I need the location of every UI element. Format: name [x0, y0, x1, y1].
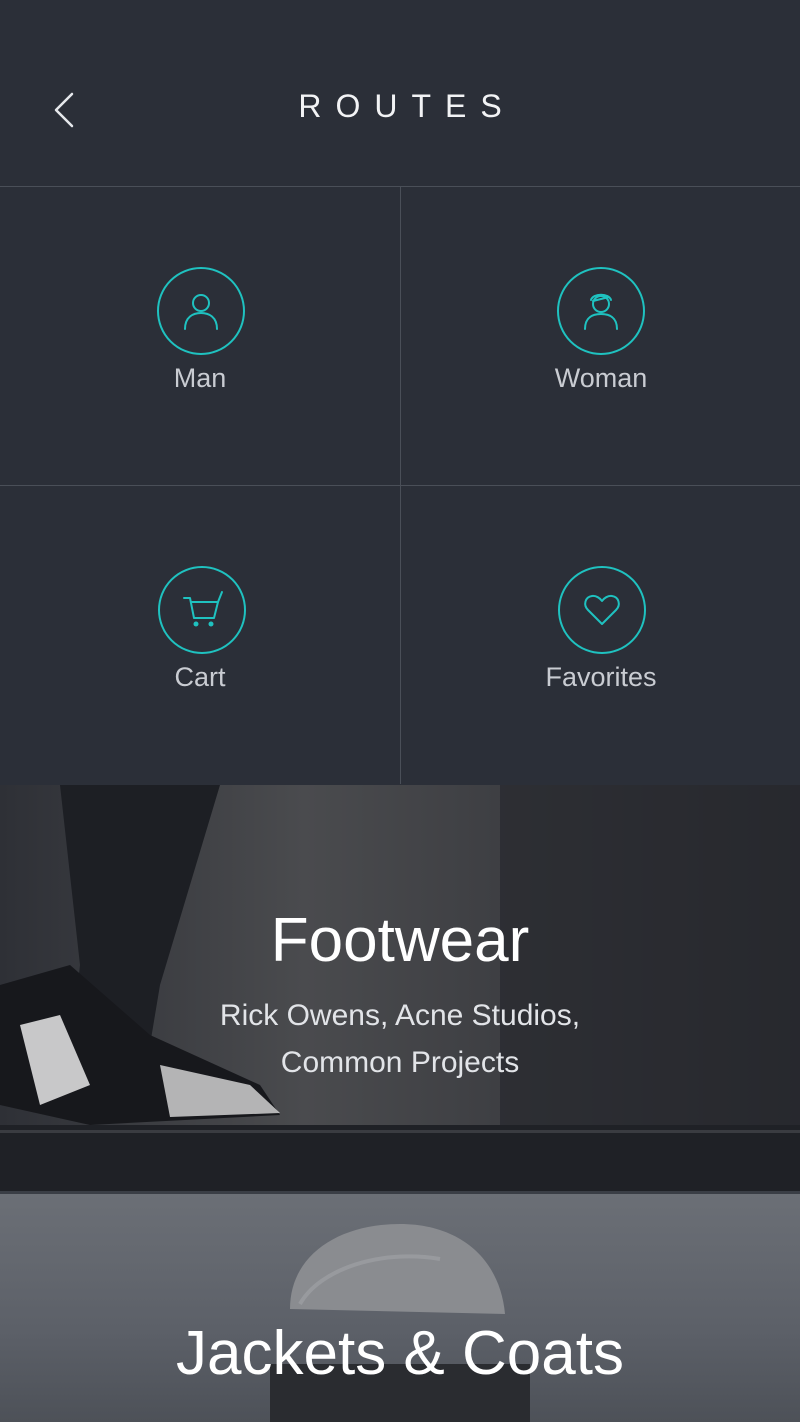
category-label: Cart [174, 662, 226, 692]
grid-divider-horizontal [0, 485, 800, 486]
banner-jackets-coats[interactable]: Jackets & Coats [0, 1194, 800, 1422]
category-cart[interactable]: Cart [0, 486, 400, 784]
category-grid: Man Woman Cart Favorites [0, 187, 800, 784]
cart-icon [183, 591, 223, 627]
banner-title: Jackets & Coats [176, 1319, 624, 1388]
man-icon-circle [157, 267, 245, 355]
category-label: Man [173, 363, 227, 393]
page-title: ROUTES [298, 88, 516, 124]
category-label: Favorites [545, 662, 657, 692]
banner-subtitle-line1: Rick Owens, Acne Studios, [219, 999, 581, 1032]
banner-footwear[interactable]: Footwear Rick Owens, Acne Studios, Commo… [0, 785, 800, 1191]
category-man[interactable]: Man [0, 187, 400, 485]
heart-icon [584, 594, 620, 625]
banner-subtitle-line2: Common Projects [280, 1046, 520, 1079]
footwear-photo [0, 785, 800, 1191]
banner-title: Footwear [270, 906, 530, 975]
woman-icon [584, 293, 618, 330]
app-header: ROUTES [0, 0, 800, 187]
woman-icon-circle [557, 267, 645, 355]
heart-icon-circle [558, 566, 646, 654]
man-icon [184, 294, 218, 330]
category-woman[interactable]: Woman [401, 187, 800, 485]
category-label: Woman [554, 363, 648, 393]
category-favorites[interactable]: Favorites [401, 486, 800, 784]
cart-icon-circle [158, 566, 246, 654]
